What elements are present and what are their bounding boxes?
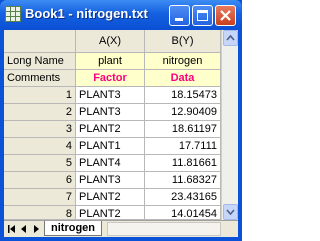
close-button[interactable] [215,5,236,26]
row-number[interactable]: 8 [4,206,76,220]
first-sheet-icon [8,225,15,233]
row-number[interactable]: 7 [4,189,76,206]
row-number[interactable]: 2 [4,104,76,121]
cell-b[interactable]: 23.43165 [145,189,221,206]
scroll-up-button[interactable] [223,30,238,46]
row-number[interactable]: 1 [4,87,76,104]
cell-b[interactable]: 11.68327 [145,172,221,189]
cell-b[interactable]: 18.15473 [145,87,221,104]
cell-a[interactable]: PLANT3 [76,172,145,189]
worksheet-grid[interactable]: A(X) B(Y) Long Name plant nitrogen Comme… [4,30,238,237]
comments-cell-a[interactable]: Factor [76,70,145,87]
horizontal-scrollbar[interactable] [107,222,221,236]
cell-a[interactable]: PLANT2 [76,206,145,220]
cell-a[interactable]: PLANT3 [76,87,145,104]
minimize-button[interactable] [169,5,190,26]
chevron-down-icon [226,209,235,216]
long-name-cell-b[interactable]: nitrogen [145,53,221,70]
next-sheet-button[interactable] [30,222,42,236]
maximize-icon [197,10,208,21]
cell-b[interactable]: 14.01454 [145,206,221,220]
close-icon [220,10,231,21]
worksheet-window: Book1 - nitrogen.txt A(X) B(Y) Long Name… [0,0,242,241]
cell-b[interactable]: 18.61197 [145,121,221,138]
corner-cell[interactable] [4,30,76,53]
worksheet-grid-icon[interactable] [5,6,21,22]
cell-b[interactable]: 12.90409 [145,104,221,121]
cell-a[interactable]: PLANT1 [76,138,145,155]
vertical-scrollbar[interactable] [221,30,238,220]
cell-a[interactable]: PLANT3 [76,104,145,121]
row-label-long-name[interactable]: Long Name [4,53,76,70]
column-header-b[interactable]: B(Y) [145,30,221,53]
sheet-tab-bar: nitrogen [4,220,238,237]
next-sheet-icon [34,225,39,233]
previous-sheet-icon [21,225,26,233]
maximize-button[interactable] [192,5,213,26]
cell-b[interactable]: 17.7111 [145,138,221,155]
comments-cell-b[interactable]: Data [145,70,221,87]
title-bar[interactable]: Book1 - nitrogen.txt [0,0,242,30]
cell-b[interactable]: 11.81661 [145,155,221,172]
window-title: Book1 - nitrogen.txt [25,6,148,21]
row-label-comments[interactable]: Comments [4,70,76,87]
first-sheet-button[interactable] [6,222,18,236]
column-header-a[interactable]: A(X) [76,30,145,53]
cell-a[interactable]: PLANT2 [76,121,145,138]
cell-a[interactable]: PLANT4 [76,155,145,172]
minimize-icon [175,18,183,21]
row-number[interactable]: 3 [4,121,76,138]
scroll-down-button[interactable] [223,204,238,220]
previous-sheet-button[interactable] [18,222,30,236]
chevron-up-icon [226,34,235,41]
long-name-cell-a[interactable]: plant [76,53,145,70]
cell-a[interactable]: PLANT2 [76,189,145,206]
row-number[interactable]: 5 [4,155,76,172]
row-number[interactable]: 6 [4,172,76,189]
row-number[interactable]: 4 [4,138,76,155]
sheet-tab-nitrogen[interactable]: nitrogen [44,221,102,236]
